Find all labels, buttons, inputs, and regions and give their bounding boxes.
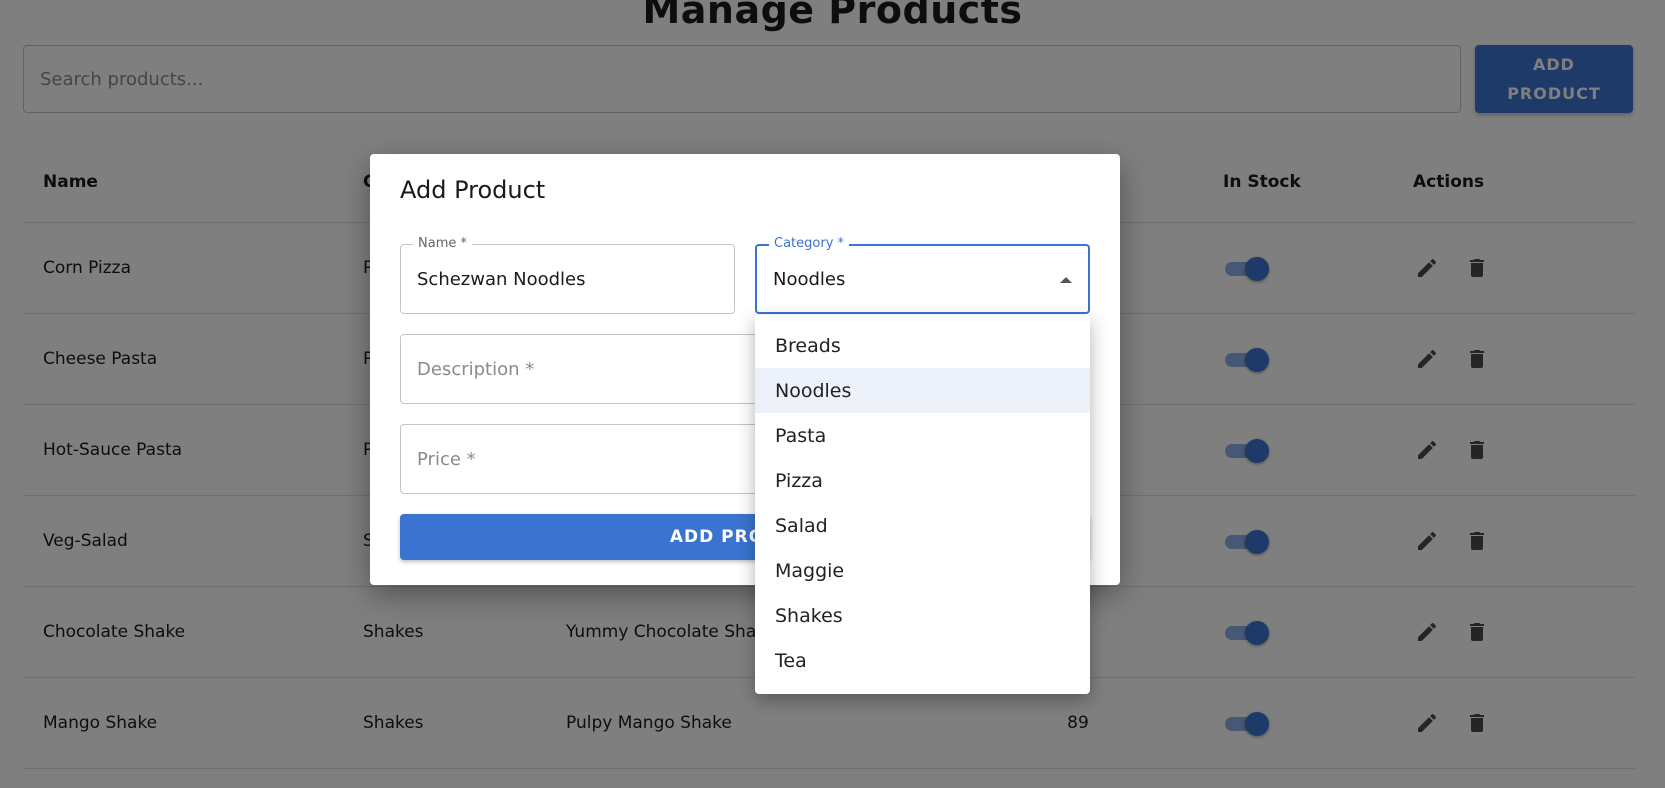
category-select-value: Noodles	[773, 268, 846, 290]
category-option-maggie[interactable]: Maggie	[755, 548, 1090, 593]
category-option-noodles[interactable]: Noodles	[755, 368, 1090, 413]
manage-products-page: Manage Products Search products... ADD P…	[0, 0, 1665, 788]
category-field-label: Category *	[769, 236, 850, 251]
category-option-pasta[interactable]: Pasta	[755, 413, 1090, 458]
category-option-shakes[interactable]: Shakes	[755, 593, 1090, 638]
price-placeholder: Price *	[417, 448, 476, 470]
description-placeholder: Description *	[417, 358, 535, 380]
category-option-salad[interactable]: Salad	[755, 503, 1090, 548]
name-field[interactable]: Name * Schezwan Noodles	[400, 236, 735, 314]
name-field-value: Schezwan Noodles	[417, 268, 586, 290]
category-option-pizza[interactable]: Pizza	[755, 458, 1090, 503]
name-field-label: Name *	[413, 236, 472, 251]
category-options-menu: Breads Noodles Pasta Pizza Salad Maggie Shakes…	[755, 315, 1090, 694]
caret-up-icon	[1060, 277, 1072, 283]
category-option-breads[interactable]: Breads	[755, 323, 1090, 368]
category-select[interactable]: Category * Noodles	[755, 236, 1090, 314]
category-option-tea[interactable]: Tea	[755, 638, 1090, 683]
dialog-title: Add Product	[400, 176, 546, 204]
